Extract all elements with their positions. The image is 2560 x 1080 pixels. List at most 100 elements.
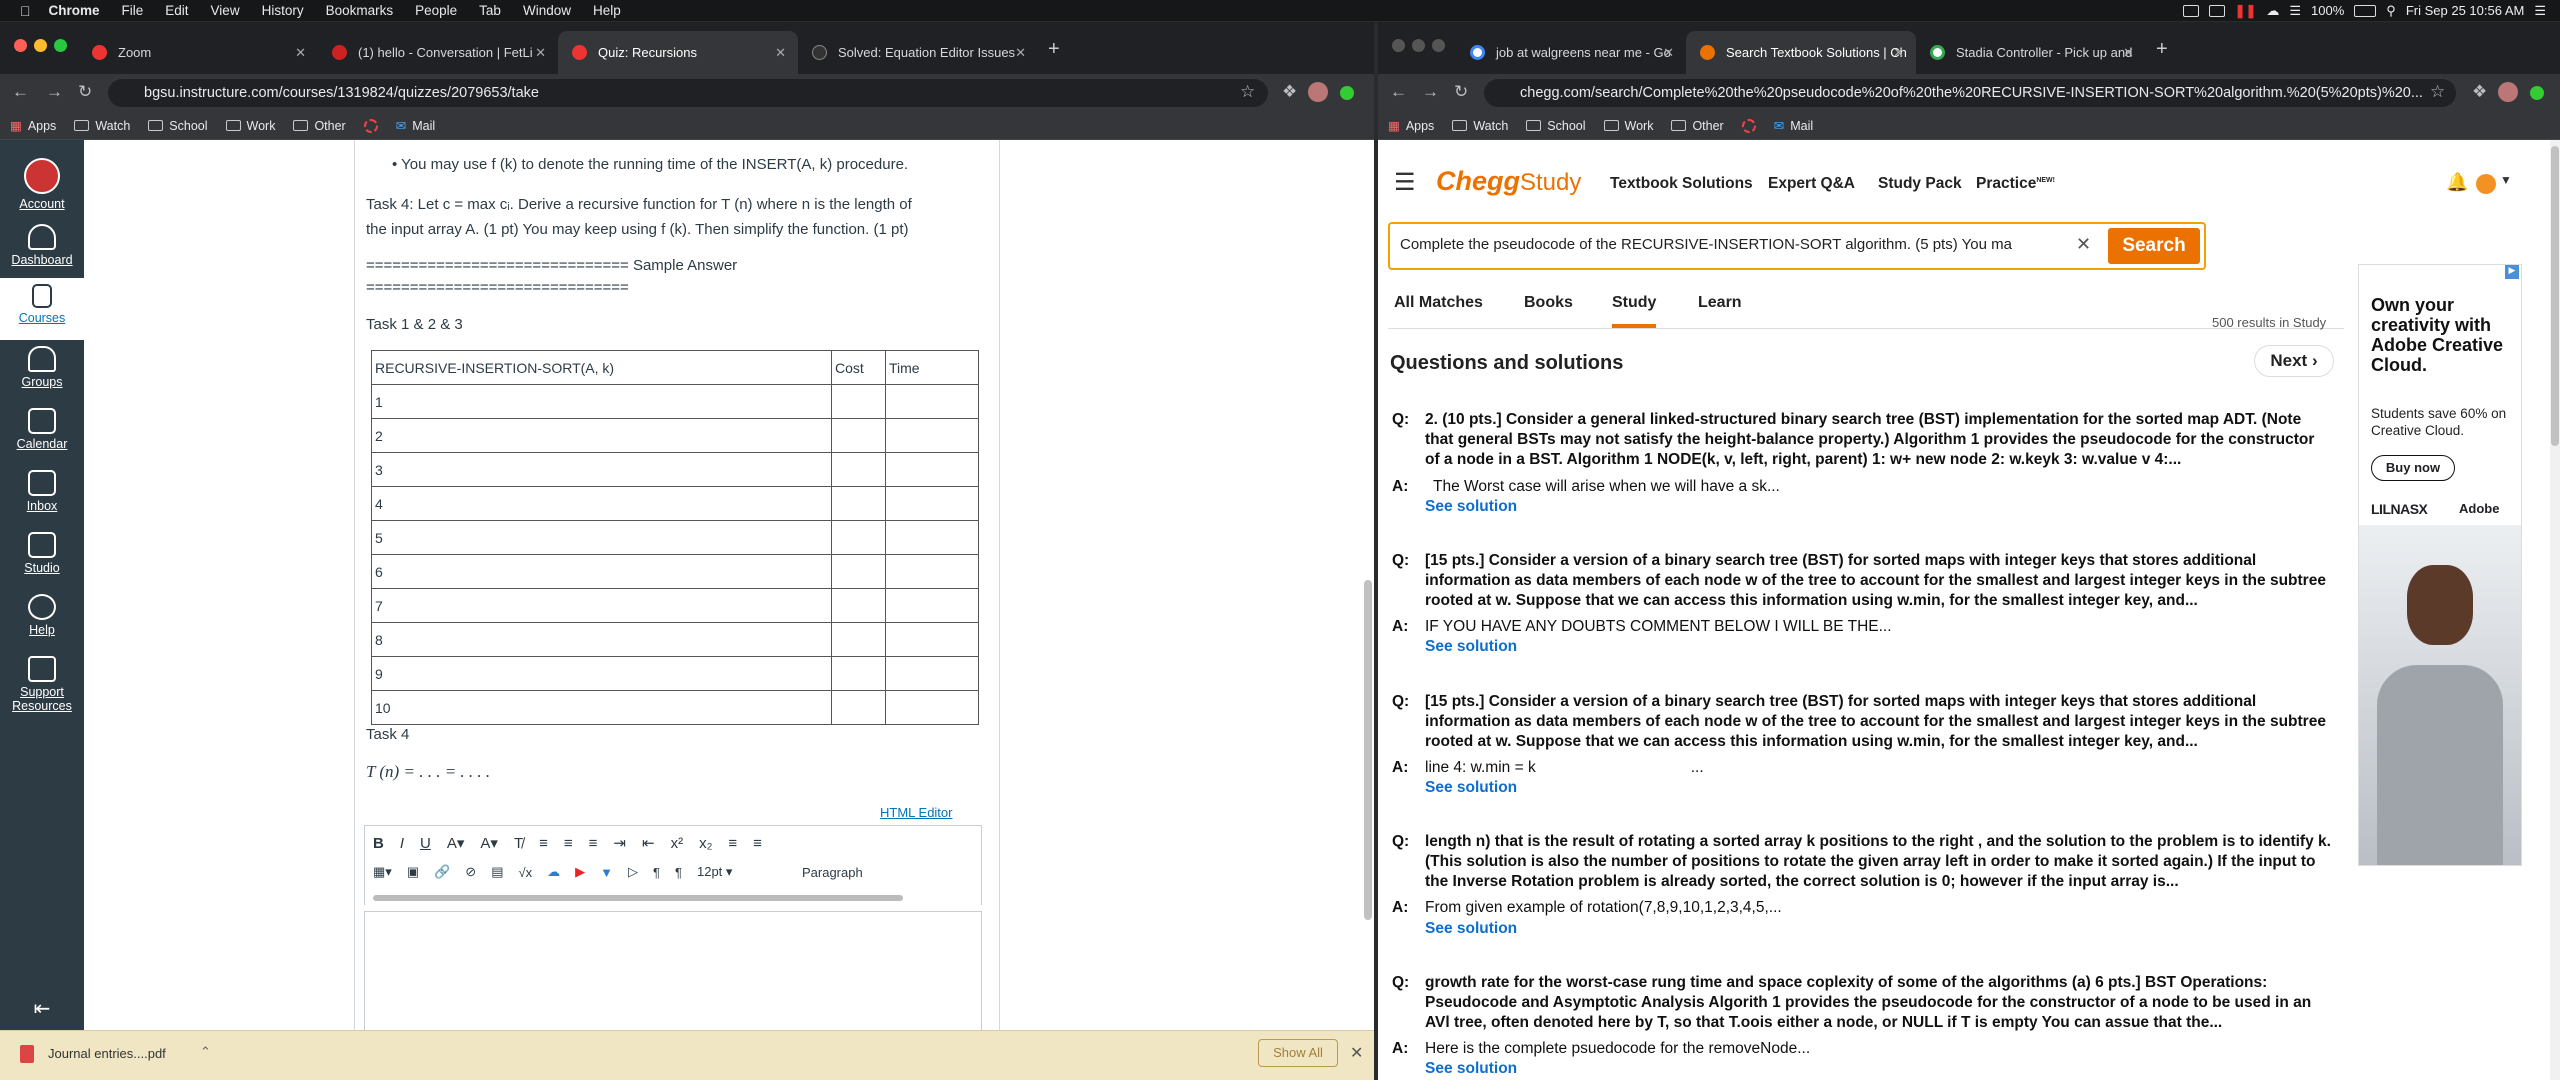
table-cell-line[interactable]: 2	[371, 418, 832, 453]
nav-textbook-solutions[interactable]: Textbook Solutions	[1610, 175, 1753, 193]
menu-history[interactable]: History	[262, 3, 304, 18]
table-cell-cost[interactable]	[831, 588, 886, 623]
record-icon[interactable]: ❚❚	[2235, 3, 2257, 19]
address-bar[interactable]: chegg.com/search/Complete%20the%20pseudo…	[1484, 79, 2456, 107]
question-text[interactable]: 2. (10 pts.] Consider a general linked-s…	[1425, 410, 2332, 470]
tab-stadia[interactable]: Stadia Controller - Pick up and ✕	[1916, 31, 2146, 74]
close-tab-icon[interactable]: ✕	[295, 31, 306, 74]
nav-support[interactable]: Support Resources	[0, 656, 84, 713]
nav-study-pack[interactable]: Study Pack	[1878, 175, 1962, 193]
table-icon[interactable]: ▦▾	[373, 864, 392, 880]
paragraph-select[interactable]: Paragraph	[802, 865, 863, 880]
close-tab-icon[interactable]: ✕	[535, 31, 546, 74]
nav-expert-qa[interactable]: Expert Q&A	[1768, 175, 1855, 193]
wifi-icon[interactable]: ☰	[2289, 3, 2301, 19]
sync-icon[interactable]	[2530, 86, 2544, 100]
table-cell-line[interactable]: 6	[371, 554, 832, 589]
nav-account[interactable]: Account	[0, 158, 84, 211]
bookmark-star-icon[interactable]: ☆	[1240, 82, 1255, 102]
close-downloads-icon[interactable]: ✕	[1350, 1043, 1363, 1063]
zoom-window-icon[interactable]	[54, 39, 67, 52]
tab-google[interactable]: job at walgreens near me - Go ✕	[1456, 31, 1686, 74]
nav-courses[interactable]: Courses	[0, 278, 84, 340]
tab-quiz[interactable]: Quiz: Recursions ✕	[558, 31, 798, 74]
clock[interactable]: Fri Sep 25 10:56 AM	[2406, 3, 2525, 18]
question-item[interactable]: Q: length n) that is the result of rotati…	[1392, 832, 2332, 892]
menu-window[interactable]: Window	[523, 3, 571, 18]
table-cell-time[interactable]	[885, 384, 979, 419]
menu-tab[interactable]: Tab	[479, 3, 501, 18]
nav-practice[interactable]: PracticeNEW!	[1976, 175, 2055, 193]
youtube-icon[interactable]: ▶	[575, 864, 585, 880]
table-cell-cost[interactable]	[831, 690, 886, 725]
menu-edit[interactable]: Edit	[165, 3, 188, 18]
close-tab-icon[interactable]: ✕	[1015, 31, 1026, 74]
extensions-icon[interactable]: ❖	[2472, 82, 2487, 102]
table-cell-line[interactable]: 5	[371, 520, 832, 555]
back-icon[interactable]: ←	[1390, 82, 1407, 102]
show-all-button[interactable]: Show All	[1258, 1039, 1338, 1067]
table-cell-time[interactable]	[885, 520, 979, 555]
menu-file[interactable]: File	[122, 3, 144, 18]
image-icon[interactable]: ▤	[491, 864, 503, 880]
text-color-button[interactable]: A▾	[447, 834, 465, 852]
search-button[interactable]: Search	[2108, 228, 2200, 264]
hamburger-menu-icon[interactable]: ☰	[1394, 168, 1416, 197]
menu-bookmarks[interactable]: Bookmarks	[326, 3, 394, 18]
cloud-icon[interactable]: ☁	[2266, 3, 2279, 19]
table-cell-time[interactable]	[885, 588, 979, 623]
see-solution-link[interactable]: See solution	[1425, 1060, 1517, 1078]
search-input[interactable]: Complete the pseudocode of the RECURSIVE…	[1400, 236, 2060, 253]
unlink-icon[interactable]: ⊘	[465, 864, 476, 880]
toolbar-scrollbar[interactable]	[373, 895, 903, 901]
menu-view[interactable]: View	[211, 3, 240, 18]
question-item[interactable]: Q: 2. (10 pts.] Consider a general linked…	[1392, 410, 2332, 470]
filter-books[interactable]: Books	[1524, 294, 1573, 312]
question-item[interactable]: Q: [15 pts.] Consider a version of a bina…	[1392, 551, 2332, 611]
menu-icon[interactable]: ☰	[2534, 3, 2546, 19]
superscript-button[interactable]: x²	[671, 835, 684, 852]
minimize-window-icon[interactable]	[1412, 39, 1425, 52]
video-icon[interactable]: ▷	[628, 864, 638, 880]
see-solution-link[interactable]: See solution	[1425, 920, 1517, 938]
ad-buy-now-button[interactable]: Buy now	[2371, 455, 2455, 481]
table-cell-line[interactable]: 1	[371, 384, 832, 419]
close-window-icon[interactable]	[1392, 39, 1405, 52]
question-text[interactable]: length n) that is the result of rotating…	[1425, 832, 2332, 892]
bookmark-other[interactable]: Other	[293, 119, 346, 133]
question-item[interactable]: Q: [15 pts.] Consider a version of a bina…	[1392, 692, 2332, 752]
clear-format-button[interactable]: T̸	[514, 835, 523, 852]
menu-people[interactable]: People	[415, 3, 457, 18]
font-size-select[interactable]: 12pt ▾	[697, 864, 787, 880]
bookmark-school[interactable]: School	[1526, 119, 1586, 133]
adchoices-icon[interactable]: ▶	[2505, 265, 2519, 279]
html-editor-link[interactable]: HTML Editor	[880, 805, 952, 820]
nav-inbox[interactable]: Inbox	[0, 470, 84, 513]
new-tab-button[interactable]: +	[1048, 38, 1060, 61]
table-cell-cost[interactable]	[831, 418, 886, 453]
menu-app[interactable]: Chrome	[49, 3, 100, 18]
close-tab-icon[interactable]: ✕	[775, 31, 786, 74]
table-cell-line[interactable]: 7	[371, 588, 832, 623]
table-cell-time[interactable]	[885, 690, 979, 725]
table-cell-cost[interactable]	[831, 520, 886, 555]
clear-search-icon[interactable]: ✕	[2076, 234, 2091, 255]
bookmark-work[interactable]: Work	[225, 119, 275, 133]
download-chevron-icon[interactable]: ⌃	[200, 1044, 211, 1060]
table-cell-time[interactable]	[885, 418, 979, 453]
table-cell-time[interactable]	[885, 554, 979, 589]
bookmark-watch[interactable]: Watch	[74, 119, 130, 133]
subscript-button[interactable]: x₂	[699, 835, 712, 852]
ltr-icon[interactable]: ¶	[653, 865, 660, 880]
filter-learn[interactable]: Learn	[1698, 294, 1742, 312]
close-tab-icon[interactable]: ✕	[1663, 31, 1674, 74]
bookmark-apps[interactable]: ▦ Apps	[1388, 118, 1434, 134]
chevron-down-icon[interactable]: ▼	[2500, 173, 2512, 187]
filter-study[interactable]: Study	[1612, 294, 1657, 328]
table-cell-line[interactable]: 3	[371, 452, 832, 487]
outdent-icon[interactable]: ⇤	[642, 834, 655, 852]
collapse-nav-icon[interactable]: ⇤	[0, 996, 84, 1021]
search-icon[interactable]: ⚲	[2386, 3, 2396, 19]
table-cell-line[interactable]: 4	[371, 486, 832, 521]
close-tab-icon[interactable]: ✕	[1893, 31, 1904, 74]
